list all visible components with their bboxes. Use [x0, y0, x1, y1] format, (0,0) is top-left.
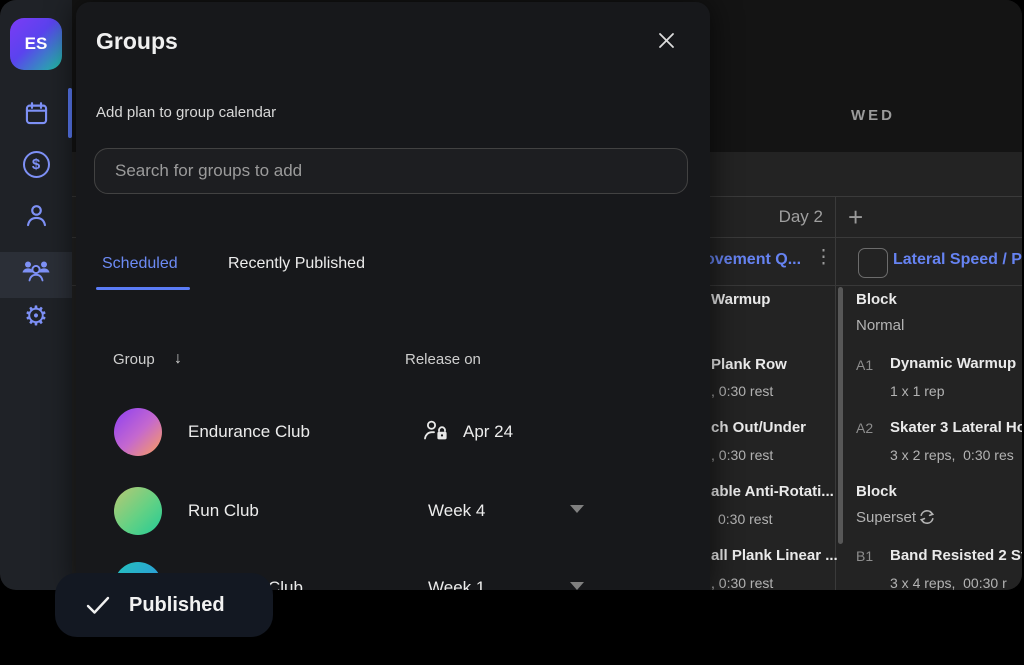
- exercise-fragment: , 0:30 rest: [711, 383, 773, 399]
- sidebar-item-calendar[interactable]: [0, 100, 72, 127]
- block-mode: Normal: [856, 317, 904, 334]
- sidebar-item-clients[interactable]: [0, 202, 72, 229]
- group-avatar: [114, 487, 162, 535]
- exercise-fragment: all Plank Linear ...: [711, 547, 838, 564]
- modal-title: Groups: [96, 28, 178, 55]
- group-name: Run Club: [188, 501, 259, 521]
- group-avatar: [114, 408, 162, 456]
- column-header-group[interactable]: Group: [113, 351, 155, 368]
- workout-title-left[interactable]: ovement Q...: [705, 251, 801, 269]
- exercise-detail: 1 x 1 rep: [890, 383, 944, 399]
- exercise-label: A2: [856, 420, 873, 436]
- sidebar-item-settings[interactable]: ⚙: [0, 303, 72, 330]
- active-tab-underline: [96, 287, 190, 290]
- chevron-down-icon[interactable]: [570, 582, 584, 590]
- exercise-fragment: , 0:30 rest: [711, 575, 773, 590]
- exercise-fragment: Plank Row: [711, 356, 787, 373]
- people-group-icon: [20, 256, 52, 286]
- group-name: Club: [268, 578, 303, 590]
- column-header-release-on: Release on: [405, 351, 481, 368]
- superset-cycle-icon: [918, 508, 936, 526]
- sidebar: ES $: [0, 0, 72, 590]
- exercise-fragment: , 0:30 rest: [711, 447, 773, 463]
- exercise-fragment: ch Out/Under: [711, 419, 806, 436]
- exercise-detail: 3 x 2 reps, 0:30 res: [890, 447, 1014, 463]
- exercise-label: A1: [856, 357, 873, 373]
- exercise-label: B1: [856, 548, 873, 564]
- group-name: Endurance Club: [188, 422, 310, 442]
- kebab-menu-icon[interactable]: ⋮: [814, 246, 833, 269]
- toast-label: Published: [129, 594, 225, 617]
- release-week-select[interactable]: Week 4: [428, 501, 485, 521]
- sidebar-item-billing[interactable]: $: [0, 151, 72, 178]
- close-icon[interactable]: [652, 26, 680, 54]
- release-date: Apr 24: [463, 422, 513, 442]
- exercise-name[interactable]: Band Resisted 2 Step: [890, 547, 1022, 564]
- groups-modal: Groups Add plan to group calendar Schedu…: [76, 2, 710, 590]
- modal-subtitle: Add plan to group calendar: [96, 104, 276, 121]
- weekday-header: WED: [843, 107, 903, 124]
- exercise-fragment: able Anti-Rotati...: [711, 483, 834, 500]
- add-workout-button[interactable]: +: [848, 202, 863, 233]
- published-toast: Published: [55, 573, 273, 637]
- block-header: Block: [856, 291, 897, 308]
- gear-icon: ⚙: [24, 303, 48, 330]
- sort-descending-icon[interactable]: ↓: [174, 350, 182, 368]
- app-window: WED Day 2 + ovement Q... ⋮ Warmup Plank …: [0, 0, 1022, 590]
- avatar[interactable]: ES: [10, 18, 62, 70]
- exercise-fragment: Warmup: [711, 291, 770, 308]
- check-icon: [85, 594, 111, 616]
- workout-checkbox[interactable]: [858, 248, 888, 278]
- calendar-icon: [23, 100, 50, 127]
- workout-title-right[interactable]: Lateral Speed / Plyo: [893, 251, 1022, 269]
- column-divider: [835, 196, 836, 590]
- member-lock-icon: [422, 418, 450, 444]
- release-week-select[interactable]: Week 1: [428, 578, 485, 590]
- sidebar-item-groups[interactable]: [0, 256, 72, 286]
- tab-recently-published[interactable]: Recently Published: [228, 255, 365, 273]
- exercise-detail: 3 x 4 reps, 00:30 r: [890, 575, 1007, 590]
- exercise-fragment: 0:30 rest: [718, 511, 772, 527]
- block-header: Block: [856, 483, 897, 500]
- screen: WED Day 2 + ovement Q... ⋮ Warmup Plank …: [0, 0, 1024, 665]
- chevron-down-icon[interactable]: [570, 505, 584, 513]
- dollar-icon: $: [23, 151, 50, 178]
- workout-scrollbar[interactable]: [838, 287, 843, 544]
- tab-scheduled[interactable]: Scheduled: [102, 255, 178, 273]
- exercise-name[interactable]: Dynamic Warmup: [890, 355, 1016, 372]
- exercise-name[interactable]: Skater 3 Lateral Hop: [890, 419, 1022, 436]
- block-mode: Superset: [856, 509, 916, 526]
- search-input[interactable]: [94, 148, 688, 194]
- person-icon: [23, 202, 50, 229]
